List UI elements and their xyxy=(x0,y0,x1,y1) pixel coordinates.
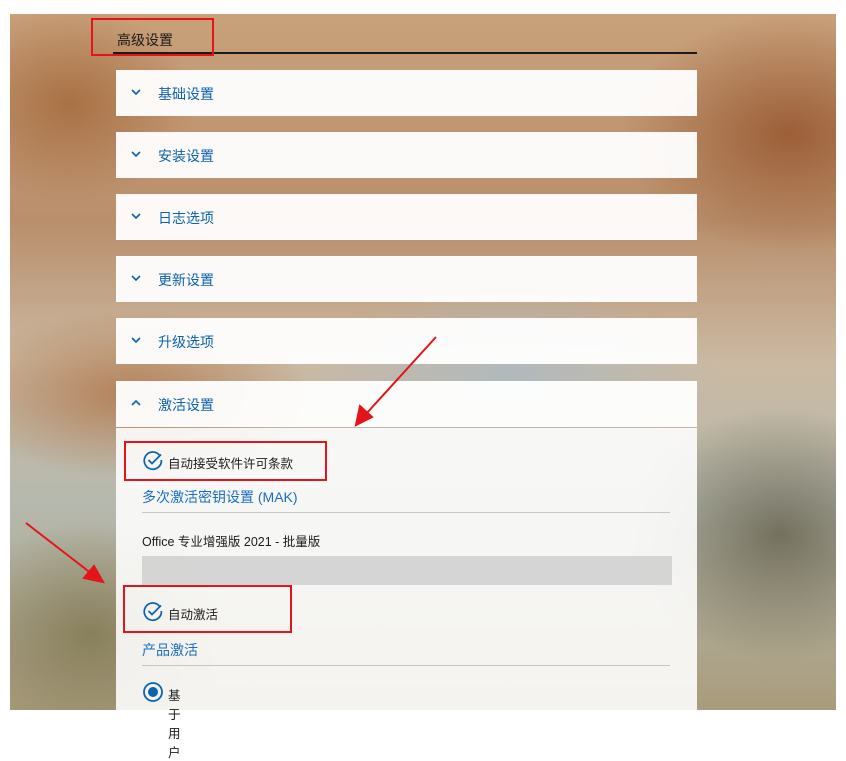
annotation-arrow xyxy=(365,336,437,415)
arrow-head-icon xyxy=(82,564,105,584)
annotation-arrow xyxy=(25,522,93,575)
annotation-arrows xyxy=(25,336,437,584)
